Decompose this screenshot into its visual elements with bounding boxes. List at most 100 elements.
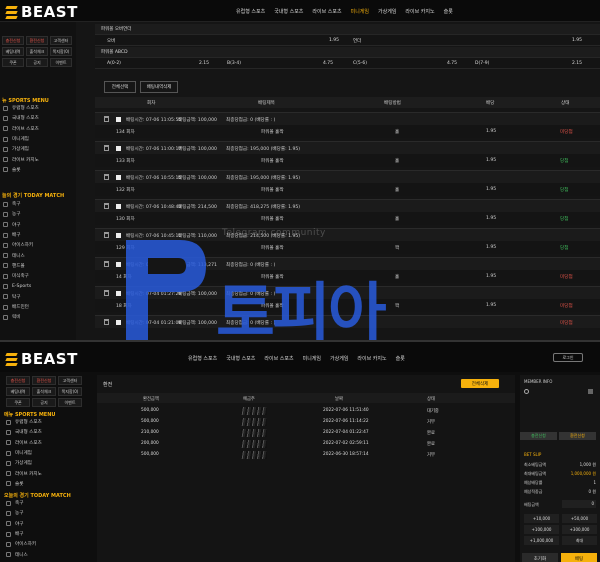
quick-button-9[interactable]: 이벤트 — [58, 398, 82, 407]
nav-item-5[interactable]: 가상게임 — [378, 8, 396, 15]
brand-logo[interactable]: BEAST — [4, 3, 78, 21]
trash-icon[interactable] — [104, 319, 109, 325]
row-checkbox[interactable] — [116, 320, 121, 325]
quick-button-5[interactable]: 출석체크 — [32, 387, 56, 396]
abcd-option-3[interactable]: C(5-6) — [353, 61, 367, 66]
nav-item-6[interactable]: 라이브 카지노 — [405, 8, 434, 15]
today2-item-4[interactable]: 배구 — [6, 529, 36, 539]
sports2-item-1[interactable]: 유럽형 스포츠 — [6, 417, 42, 427]
today-item-5[interactable]: 아이스하키 — [3, 240, 33, 250]
quick-button-1[interactable]: 충전신청 — [2, 36, 24, 45]
place-bet-button[interactable]: 배팅 — [561, 553, 597, 562]
amount-chip[interactable]: 최대 — [562, 536, 597, 545]
quick-button-4[interactable]: 베팅내역 — [6, 387, 30, 396]
nav-item-7[interactable]: 슬롯 — [444, 8, 453, 15]
sports2-item-2[interactable]: 국내형 스포츠 — [6, 427, 42, 437]
bet-amount-input[interactable]: 0 — [562, 500, 596, 508]
sports-item-5[interactable]: 가상게임 — [3, 144, 39, 154]
row-checkbox[interactable] — [116, 291, 121, 296]
today-item-2[interactable]: 농구 — [3, 209, 33, 219]
odds-label-under[interactable]: 언더 — [353, 38, 361, 44]
login-button[interactable]: 로그인 — [553, 353, 583, 362]
withdraw-tab[interactable]: 환전신청 — [559, 432, 596, 440]
abcd-option-2[interactable]: B(3-4) — [227, 61, 241, 66]
today2-item-6[interactable]: 테니스 — [6, 549, 36, 559]
quick-button-8[interactable]: 공지 — [26, 58, 48, 67]
abcd-odds-4[interactable]: 2.15 — [572, 61, 582, 66]
today-item-4[interactable]: 배구 — [3, 230, 33, 240]
quick-button-2[interactable]: 환전신청 — [32, 376, 56, 385]
quick-button-5[interactable]: 출석체크 — [26, 47, 48, 56]
nav-item-2[interactable]: 국내형 스포츠 — [226, 355, 255, 362]
nav-item-4[interactable]: 미니게임 — [303, 355, 321, 362]
nav-item-5[interactable]: 가상게임 — [330, 355, 348, 362]
sports2-item-4[interactable]: 미니게임 — [6, 448, 42, 458]
nav-item-3[interactable]: 라이브 스포츠 — [264, 355, 293, 362]
row-checkbox[interactable] — [116, 262, 121, 267]
quick-button-8[interactable]: 공지 — [32, 398, 56, 407]
sports-item-3[interactable]: 라이브 스포츠 — [3, 124, 39, 134]
nav-item-2[interactable]: 국내형 스포츠 — [274, 8, 303, 15]
trash-icon[interactable] — [104, 290, 109, 296]
nav-item-1[interactable]: 유럽형 스포츠 — [236, 8, 265, 15]
abcd-option-1[interactable]: A(0-2) — [107, 61, 121, 66]
amount-chip[interactable]: +100,000 — [524, 525, 559, 534]
trash-icon[interactable] — [104, 203, 109, 209]
delete-selected-button[interactable]: 배팅내역삭제 — [140, 81, 178, 93]
abcd-odds-1[interactable]: 2.15 — [199, 61, 209, 66]
sports-item-2[interactable]: 국내형 스포츠 — [3, 113, 39, 123]
row-checkbox[interactable] — [116, 233, 121, 238]
trash-icon[interactable] — [104, 116, 109, 122]
sports2-item-6[interactable]: 라이브 카지노 — [6, 468, 42, 478]
amount-chip[interactable]: +300,000 — [562, 525, 597, 534]
amount-chip[interactable]: +50,000 — [562, 514, 597, 523]
amount-chip[interactable]: +10,000 — [524, 514, 559, 523]
quick-button-1[interactable]: 충전신청 — [6, 376, 30, 385]
quick-button-6[interactable]: 쪽지함(0) — [58, 387, 82, 396]
trash-icon[interactable] — [104, 261, 109, 267]
sports-item-4[interactable]: 미니게임 — [3, 134, 39, 144]
delete-all-button[interactable]: 전체삭제 — [461, 379, 499, 388]
row-checkbox[interactable] — [116, 175, 121, 180]
quick-button-7[interactable]: 쿠폰 — [2, 58, 24, 67]
trash-icon[interactable] — [104, 145, 109, 151]
deposit-tab[interactable]: 충전신청 — [520, 432, 557, 440]
amount-chip[interactable]: +1,000,000 — [524, 536, 559, 545]
quick-button-6[interactable]: 쪽지함(0) — [50, 47, 72, 56]
trash-icon[interactable] — [104, 174, 109, 180]
nav-item-1[interactable]: 유럽형 스포츠 — [188, 355, 217, 362]
sports2-item-7[interactable]: 슬롯 — [6, 479, 42, 489]
row-checkbox[interactable] — [116, 146, 121, 151]
today-item-12[interactable]: 럭비 — [3, 312, 33, 322]
today2-item-3[interactable]: 야구 — [6, 519, 36, 529]
today-item-9[interactable]: E-Sports — [3, 281, 33, 291]
odds-label-over[interactable]: 오버 — [107, 38, 115, 44]
sports2-item-5[interactable]: 가상게임 — [6, 458, 42, 468]
abcd-option-4[interactable]: D(7-9) — [475, 61, 489, 66]
today-item-6[interactable]: 테니스 — [3, 250, 33, 260]
quick-button-3[interactable]: 고객센터 — [50, 36, 72, 45]
sports-item-1[interactable]: 유럽형 스포츠 — [3, 103, 39, 113]
nav-item-7[interactable]: 슬롯 — [396, 355, 405, 362]
today2-item-5[interactable]: 아이스하키 — [6, 539, 36, 549]
row-checkbox[interactable] — [116, 204, 121, 209]
select-all-button[interactable]: 전체선택 — [104, 81, 136, 93]
sports-item-7[interactable]: 슬롯 — [3, 165, 39, 175]
quick-button-2[interactable]: 환전신청 — [26, 36, 48, 45]
row-checkbox[interactable] — [116, 117, 121, 122]
abcd-odds-2[interactable]: 4.75 — [323, 61, 333, 66]
nav-item-4[interactable]: 미니게임 — [351, 8, 369, 15]
reset-button[interactable]: 초기화 — [522, 553, 558, 562]
quick-button-9[interactable]: 이벤트 — [50, 58, 72, 67]
trash-icon[interactable] — [104, 232, 109, 238]
sports2-item-3[interactable]: 라이브 스포츠 — [6, 438, 42, 448]
today-item-1[interactable]: 축구 — [3, 199, 33, 209]
quick-button-3[interactable]: 고객센터 — [58, 376, 82, 385]
sports-item-6[interactable]: 라이브 카지노 — [3, 154, 39, 164]
nav-item-3[interactable]: 라이브 스포츠 — [312, 8, 341, 15]
odds-value-under[interactable]: 1.95 — [572, 38, 582, 43]
today-item-3[interactable]: 야구 — [3, 220, 33, 230]
odds-value-over[interactable]: 1.95 — [329, 38, 339, 43]
today-item-11[interactable]: 배드민턴 — [3, 302, 33, 312]
today2-item-1[interactable]: 축구 — [6, 498, 36, 508]
